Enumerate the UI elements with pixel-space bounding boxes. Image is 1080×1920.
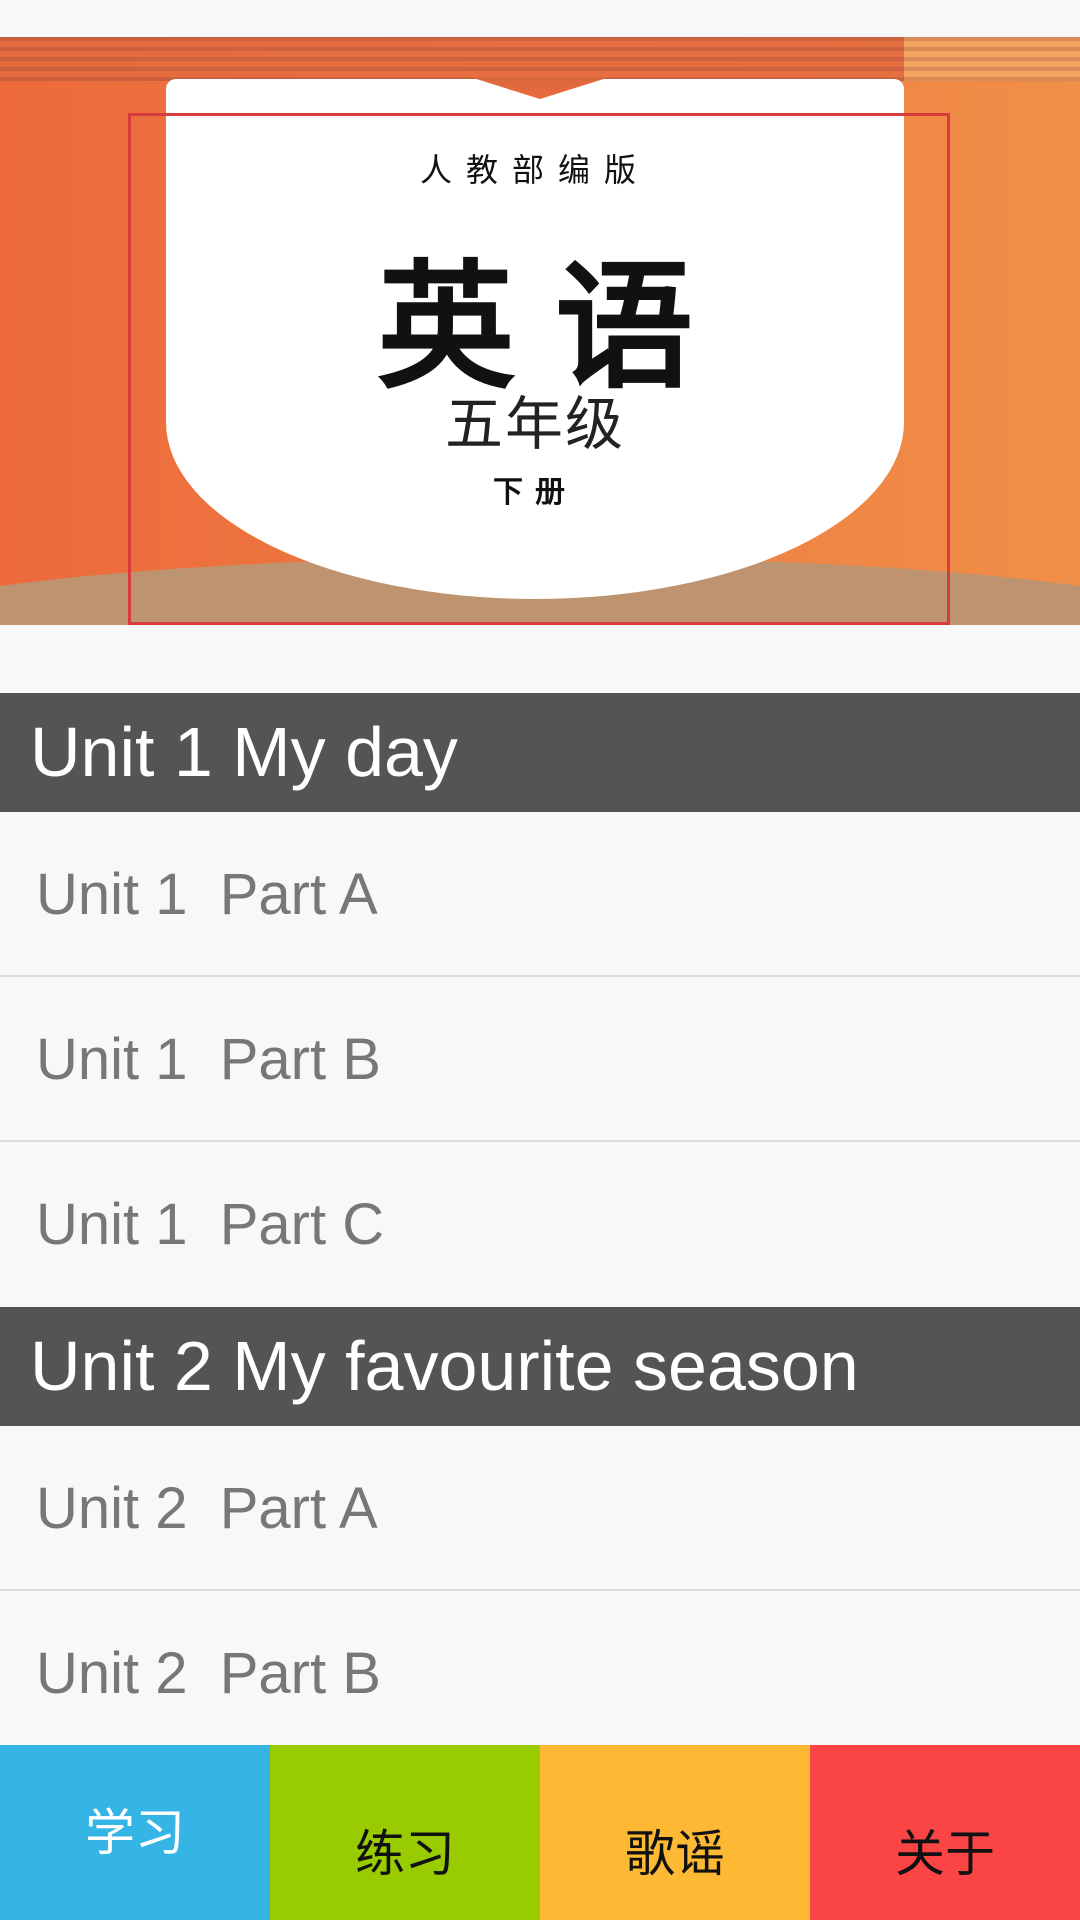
lesson-list: Unit 1 My day Unit 1 Part A Unit 1 Part …	[0, 693, 1080, 1756]
tab-songs[interactable]: 歌谣	[540, 1745, 810, 1920]
lesson-item[interactable]: Unit 2 Part A	[0, 1426, 1080, 1591]
cover-selection-frame	[128, 113, 950, 625]
lesson-item[interactable]: Unit 1 Part A	[0, 812, 1080, 977]
unit-header: Unit 1 My day	[0, 693, 1080, 812]
tab-study[interactable]: 学习	[0, 1745, 270, 1920]
cover-stripes-decoration-right	[904, 37, 1080, 81]
unit-header: Unit 2 My favourite season	[0, 1307, 1080, 1426]
lesson-item[interactable]: Unit 1 Part B	[0, 977, 1080, 1142]
bottom-navigation-bar: 学习 练习 歌谣 关于	[0, 1745, 1080, 1920]
tab-practice[interactable]: 练习	[270, 1745, 540, 1920]
book-cover-banner[interactable]: 人教部编版 英语 五年级 下册	[0, 37, 1080, 625]
tab-about[interactable]: 关于	[810, 1745, 1080, 1920]
lesson-item[interactable]: Unit 1 Part C	[0, 1142, 1080, 1307]
lesson-item[interactable]: Unit 2 Part B	[0, 1591, 1080, 1756]
